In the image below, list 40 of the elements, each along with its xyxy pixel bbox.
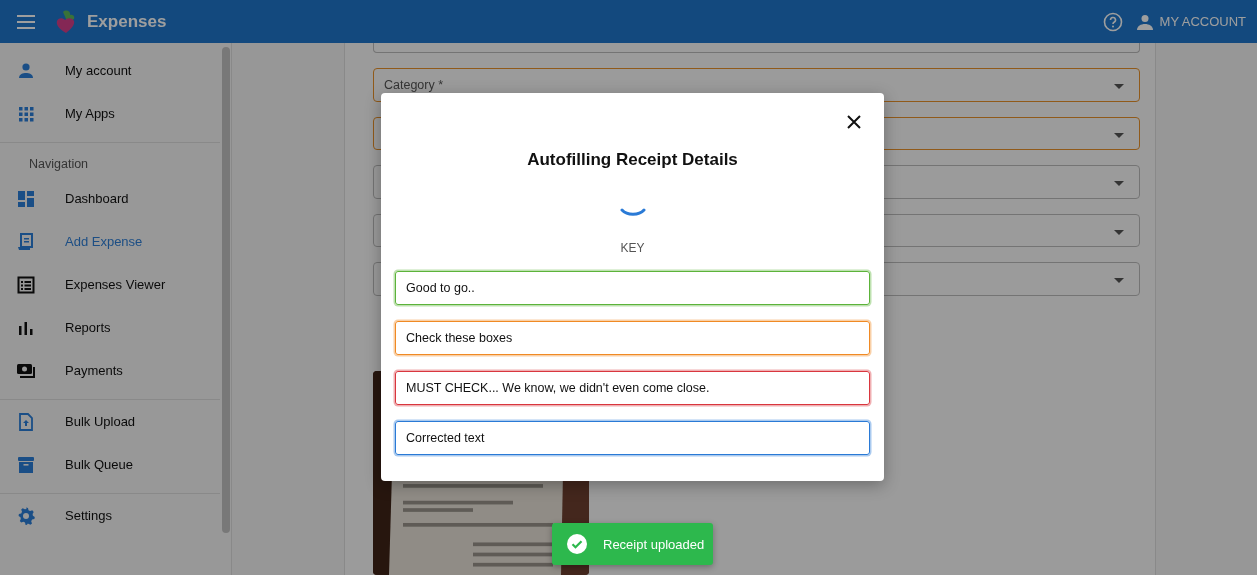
sidebar-item[interactable]: Dashboard [0, 177, 220, 220]
sidebar-item[interactable]: Reports [0, 306, 220, 349]
person-icon [1136, 13, 1153, 30]
key-item: Good to go.. [395, 271, 870, 305]
sidebar-item[interactable]: My account [0, 49, 220, 92]
check-circle-icon [567, 534, 587, 554]
section-title: Navigation [28, 156, 90, 173]
key-label: KEY [620, 241, 645, 255]
key-item: MUST CHECK... We know, we didn't even come close. [395, 371, 870, 405]
sidebar-item[interactable]: Expenses Viewer [0, 263, 220, 306]
dashboard-icon [16, 188, 36, 209]
spinner-icon [619, 208, 646, 216]
key-item: Check these boxes [395, 321, 870, 355]
sidebar-item[interactable]: Settings [0, 494, 220, 537]
person-icon [16, 60, 36, 81]
app-title: Expenses [87, 11, 167, 32]
heart-logo-icon [55, 9, 77, 34]
key-item: Corrected text [395, 421, 870, 455]
caret-icon [1114, 84, 1124, 90]
dropdown-field[interactable] [373, 43, 1140, 54]
settings-icon [16, 505, 36, 526]
menu-icon[interactable] [17, 14, 35, 29]
close-icon[interactable] [847, 115, 861, 129]
sidebar-item[interactable]: Bulk Queue [0, 443, 220, 486]
caret-icon [1114, 229, 1124, 235]
caret-icon [1114, 278, 1124, 284]
my-account-button[interactable]: MY ACCOUNT [1132, 9, 1250, 34]
toast-message: Receipt uploaded [603, 536, 705, 552]
sidebar-item[interactable]: Bulk Upload [0, 400, 220, 443]
file-upload-icon [16, 411, 36, 432]
sidebar-item[interactable]: My Apps [0, 92, 220, 135]
dialog-title: Autofilling Receipt Details [527, 150, 738, 170]
receipt-icon [16, 231, 36, 252]
caret-icon [1114, 181, 1124, 187]
archive-box-icon [16, 454, 36, 475]
list-icon [16, 274, 36, 295]
sidebar-item[interactable]: Payments [0, 349, 220, 392]
scrollbar-thumb[interactable] [222, 47, 230, 533]
help-icon[interactable] [1102, 11, 1123, 32]
caret-icon [1114, 132, 1124, 138]
